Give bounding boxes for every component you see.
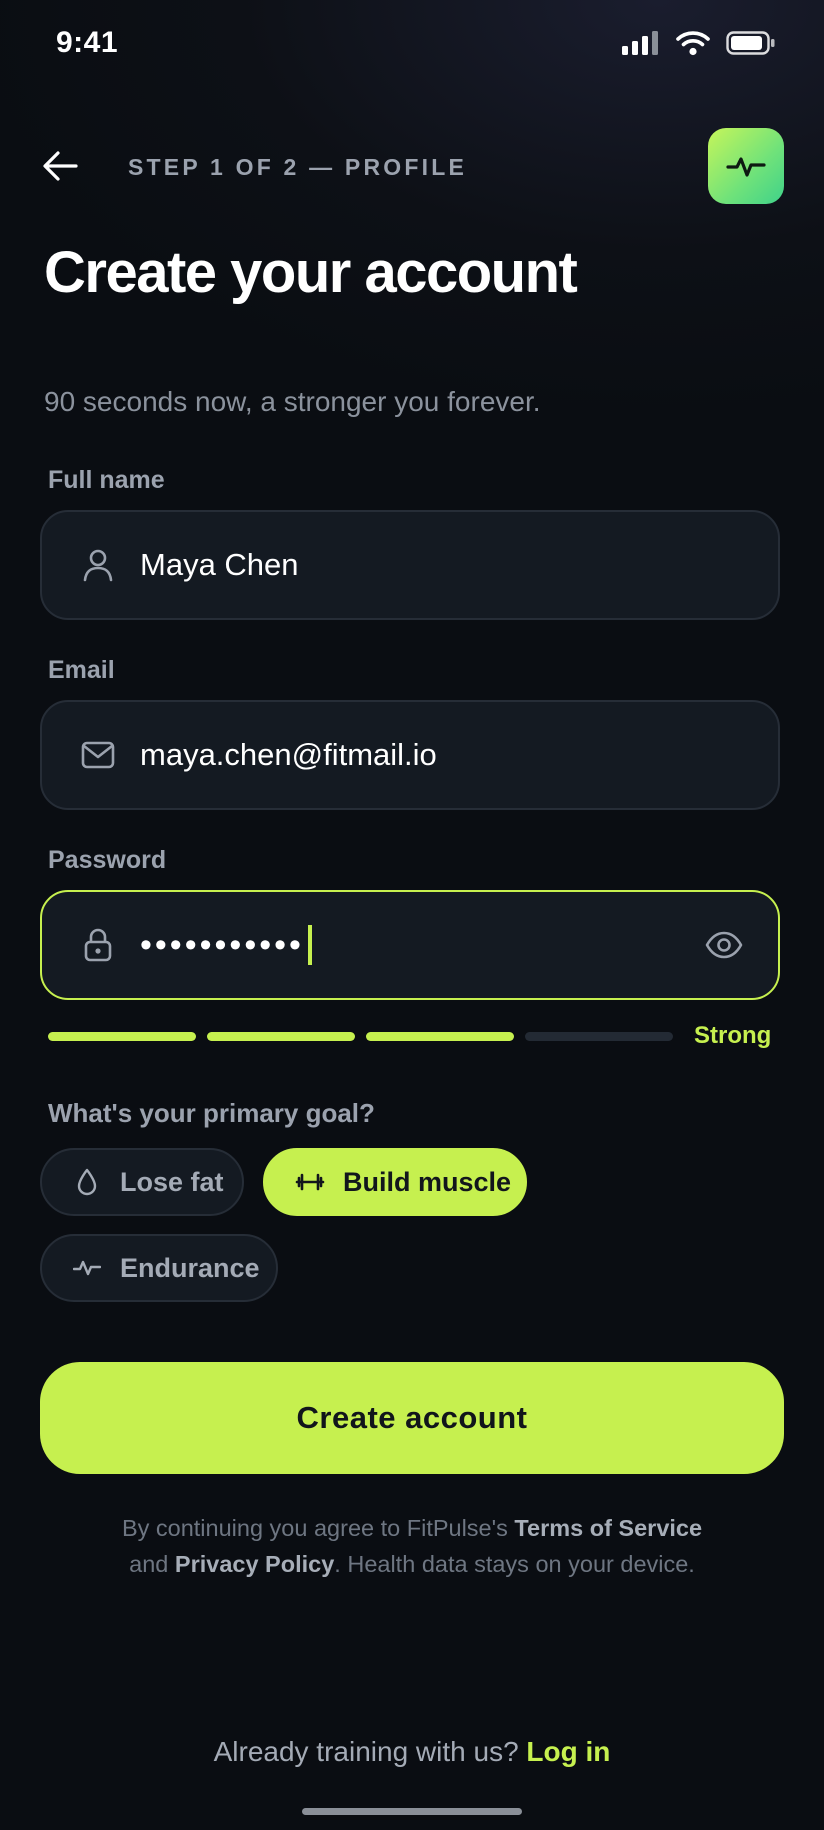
eye-icon[interactable] <box>704 925 744 965</box>
home-indicator[interactable] <box>302 1808 522 1815</box>
strength-segment <box>207 1032 355 1041</box>
goal-chip-label: Lose fat <box>120 1166 224 1197</box>
login-prompt-text: Already training with us? <box>213 1736 527 1767</box>
person-icon <box>78 545 118 585</box>
dumbbell-icon <box>295 1167 325 1197</box>
goal-chip-endurance[interactable]: Endurance <box>40 1234 278 1302</box>
log-in-link[interactable]: Log in <box>526 1736 610 1767</box>
login-prompt: Already training with us? Log in <box>0 1736 824 1768</box>
legal-suffix: . Health data stays on your device. <box>334 1551 695 1577</box>
page-title: Create your account <box>44 240 578 305</box>
battery-icon <box>726 31 776 60</box>
goal-chip-label: Endurance <box>120 1252 260 1283</box>
goal-chip-lose-fat[interactable]: Lose fat <box>40 1148 244 1216</box>
status-icons <box>622 30 776 61</box>
password-value: ••••••••••• <box>140 925 312 965</box>
strength-segment <box>366 1032 514 1041</box>
email-label: Email <box>48 656 115 684</box>
signal-icon <box>622 31 660 60</box>
password-label: Password <box>48 846 167 874</box>
legal-middle: and <box>129 1551 175 1577</box>
full-name-label: Full name <box>48 466 165 494</box>
legal-notice: By continuing you agree to FitPulse's Te… <box>40 1510 784 1582</box>
mail-icon <box>78 735 118 775</box>
strength-segment <box>48 1032 196 1041</box>
back-button[interactable] <box>36 144 84 188</box>
email-value: maya.chen@fitmail.io <box>140 737 437 772</box>
full-name-value: Maya Chen <box>140 547 299 582</box>
password-strength-meter <box>48 1032 673 1041</box>
goal-chip-label: Build muscle <box>343 1166 512 1197</box>
privacy-policy-link[interactable]: Privacy Policy <box>175 1551 334 1577</box>
password-masked-text: ••••••••••• <box>140 925 304 964</box>
wifi-icon <box>676 30 710 61</box>
page-subtitle: 90 seconds now, a stronger you forever. <box>44 386 541 417</box>
full-name-field[interactable]: Maya Chen <box>40 510 780 620</box>
pulse-logo-icon <box>726 157 766 177</box>
status-time: 9:41 <box>56 26 119 59</box>
legal-prefix: By continuing you agree to FitPulse's <box>121 1515 515 1541</box>
text-cursor <box>307 925 312 965</box>
step-indicator: STEP 1 OF 2 — PROFILE <box>128 154 467 180</box>
email-field[interactable]: maya.chen@fitmail.io <box>40 700 780 810</box>
password-field[interactable]: ••••••••••• <box>40 890 780 1000</box>
goal-chip-build-muscle[interactable]: Build muscle <box>263 1148 527 1216</box>
terms-of-service-link[interactable]: Terms of Service <box>514 1515 702 1541</box>
arrow-left-icon <box>43 151 78 181</box>
pulse-icon <box>72 1253 102 1283</box>
create-account-button[interactable]: Create account <box>40 1362 784 1474</box>
strength-segment <box>525 1032 673 1041</box>
droplet-icon <box>72 1167 102 1197</box>
password-strength-label: Strong <box>694 1022 772 1049</box>
goal-question: What's your primary goal? <box>48 1098 375 1128</box>
lock-icon <box>78 925 118 965</box>
app-logo <box>708 128 784 204</box>
